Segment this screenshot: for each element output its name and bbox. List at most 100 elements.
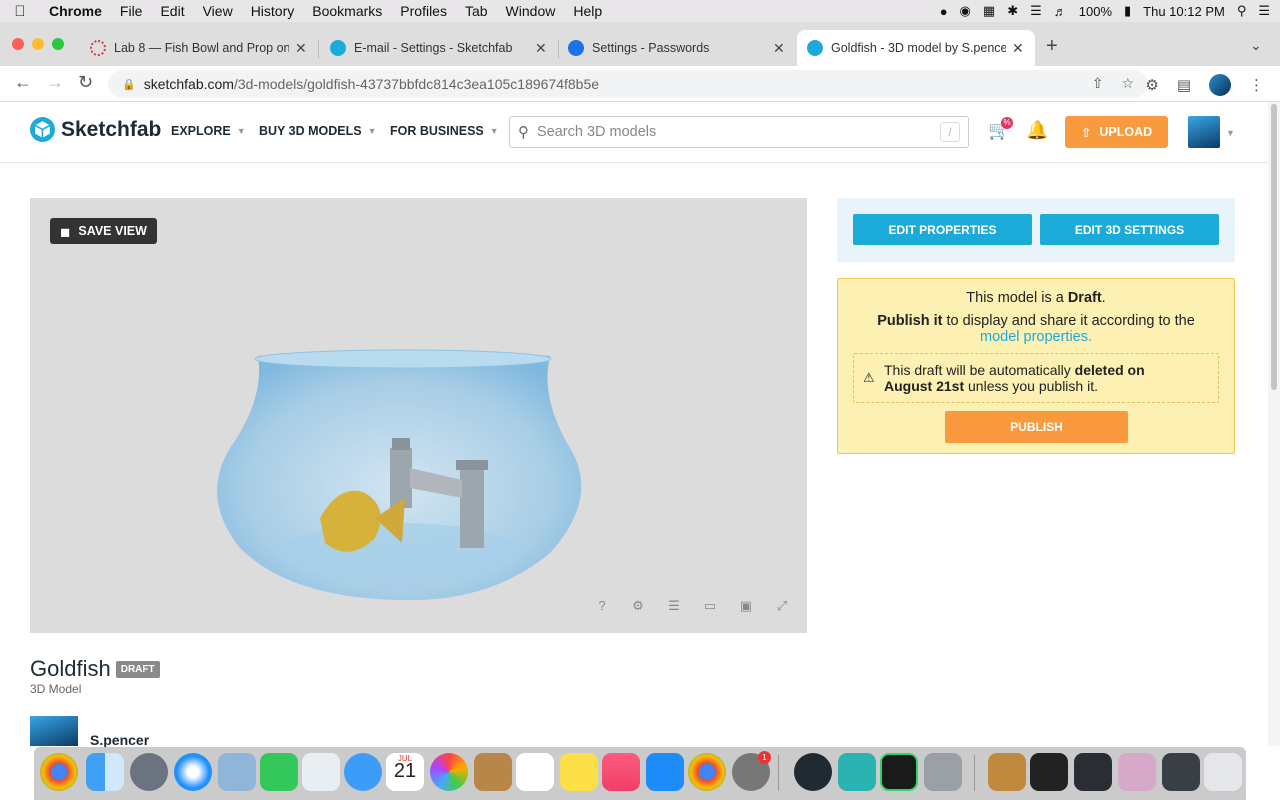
share-icon[interactable]: ⇧ [1092, 75, 1104, 92]
upload-icon: ⇧ [1080, 125, 1092, 140]
contacts-dock-icon[interactable] [474, 753, 512, 791]
bluetooth-icon[interactable]: ✱ [1007, 3, 1018, 19]
menu-app-name[interactable]: Chrome [40, 3, 111, 19]
tab-title: Lab 8 — Fish Bowl and Prop on [114, 41, 289, 55]
edit-properties-button[interactable]: EDIT PROPERTIES [853, 214, 1032, 245]
menu-profiles[interactable]: Profiles [391, 3, 456, 19]
flag-icon[interactable]: ▦ [983, 3, 995, 19]
vr-icon[interactable]: ▭ [701, 598, 719, 614]
edit-3d-settings-button[interactable]: EDIT 3D SETTINGS [1040, 214, 1219, 245]
sketchfab-logo[interactable]: Sketchfab [30, 117, 161, 142]
maps-dock-icon[interactable] [302, 753, 340, 791]
creative-cloud-icon[interactable]: ● [940, 4, 948, 19]
control-center-icon[interactable]: ☰ [1258, 3, 1270, 19]
tab-close-icon[interactable]: ✕ [1012, 40, 1024, 57]
volume-icon[interactable]: ♬ [1054, 4, 1067, 19]
facetime-dock-icon[interactable] [260, 753, 298, 791]
chrome-dock-icon[interactable] [40, 753, 78, 791]
address-bar[interactable]: 🔒 sketchfab.com/3d-models/goldfish-43737… [108, 70, 1148, 98]
model-properties-link[interactable]: model properties. [980, 329, 1092, 345]
save-view-button[interactable]: ◼ SAVE VIEW [50, 218, 157, 244]
tab-close-icon[interactable]: ✕ [773, 40, 785, 57]
reminders-dock-icon[interactable] [516, 753, 554, 791]
reload-icon[interactable]: ↻ [78, 72, 93, 93]
substance-painter-dock-icon[interactable] [880, 753, 918, 791]
gitkraken-dock-icon[interactable] [794, 753, 832, 791]
bookmark-star-icon[interactable]: ☆ [1121, 75, 1134, 92]
sidepanel-icon[interactable]: ▤ [1177, 76, 1191, 94]
menu-file[interactable]: File [111, 3, 152, 19]
disk-utility-dock-icon[interactable] [924, 753, 962, 791]
menu-bookmarks[interactable]: Bookmarks [303, 3, 391, 19]
wifi-icon[interactable]: ☰ [1030, 3, 1042, 19]
menu-edit[interactable]: Edit [151, 3, 193, 19]
upload-button[interactable]: ⇧ UPLOAD [1065, 116, 1168, 148]
settings-gear-icon[interactable]: ⚙ [629, 598, 647, 614]
photos-dock-icon[interactable] [430, 753, 468, 791]
chrome-menu-icon[interactable]: ⋮ [1249, 76, 1264, 94]
menu-tab[interactable]: Tab [456, 3, 497, 19]
menu-history[interactable]: History [242, 3, 304, 19]
back-icon[interactable]: ← [14, 72, 32, 93]
finder-dock-icon[interactable] [86, 753, 124, 791]
messages-dock-icon[interactable] [344, 753, 382, 791]
tab-lab8[interactable]: Lab 8 — Fish Bowl and Prop on ✕ [80, 30, 318, 66]
close-window-icon[interactable] [12, 38, 24, 50]
tab-goldfish-active[interactable]: Goldfish - 3D model by S.pencer ✕ [797, 30, 1035, 66]
user-avatar[interactable] [1188, 116, 1220, 148]
window-thumb-3-icon[interactable] [1118, 753, 1156, 791]
search-input[interactable]: ⚲ Search 3D models / [509, 116, 969, 148]
new-tab-button[interactable]: + [1046, 35, 1058, 58]
calendar-dock-icon[interactable]: JUL 21 [386, 753, 424, 791]
menu-window[interactable]: Window [497, 3, 565, 19]
publish-button[interactable]: PUBLISH [945, 411, 1128, 443]
layers-icon[interactable]: ☰ [665, 598, 683, 614]
music-dock-icon[interactable] [602, 753, 640, 791]
window-thumb-1-icon[interactable] [1030, 753, 1068, 791]
mail-dock-icon[interactable] [218, 753, 256, 791]
author-name[interactable]: S.pencer [90, 732, 149, 748]
tab-email-settings[interactable]: E-mail - Settings - Sketchfab ✕ [320, 30, 558, 66]
battery-icon[interactable]: ▮ [1124, 3, 1131, 19]
safari-dock-icon[interactable] [174, 753, 212, 791]
model-viewer[interactable]: ◼ SAVE VIEW ? ⚙ ☰ ▭ ▣ ⤢ [30, 198, 807, 633]
ar-icon[interactable]: ▣ [737, 598, 755, 614]
author-avatar[interactable] [30, 716, 78, 746]
apple-menu-icon[interactable]:  [0, 3, 40, 20]
help-icon[interactable]: ? [593, 598, 611, 614]
tab-passwords[interactable]: Settings - Passwords ✕ [558, 30, 796, 66]
tab-close-icon[interactable]: ✕ [535, 40, 547, 57]
window-thumb-2-icon[interactable] [1074, 753, 1112, 791]
battery-percent[interactable]: 100% [1079, 4, 1112, 19]
zoom-window-icon[interactable] [52, 38, 64, 50]
menu-view[interactable]: View [194, 3, 242, 19]
notifications-bell-icon[interactable]: 🔔 [1026, 120, 1048, 141]
extensions-icon[interactable]: ⚙ [1145, 76, 1158, 94]
lock-icon[interactable]: 🔒 [122, 78, 136, 91]
app-store-dock-icon[interactable] [646, 753, 684, 791]
maya-dock-icon[interactable] [838, 753, 876, 791]
profile-avatar-icon[interactable] [1209, 74, 1231, 96]
archive-dock-icon[interactable] [988, 753, 1026, 791]
window-thumb-4-icon[interactable] [1162, 753, 1200, 791]
tab-close-icon[interactable]: ✕ [295, 40, 307, 57]
tab-title: E-mail - Settings - Sketchfab [354, 41, 513, 55]
menubar-clock[interactable]: Thu 10:12 PM [1143, 4, 1225, 19]
nav-buy-3d-models[interactable]: BUY 3D MODELS ▼ [259, 124, 377, 138]
nav-for-business[interactable]: FOR BUSINESS ▼ [390, 124, 499, 138]
fullscreen-icon[interactable]: ⤢ [773, 598, 791, 614]
page-scrollbar[interactable] [1268, 102, 1280, 746]
record-icon[interactable]: ◉ [960, 3, 971, 19]
nav-explore[interactable]: EXPLORE ▼ [171, 124, 246, 138]
spotlight-icon[interactable]: ⚲ [1237, 3, 1247, 19]
search-placeholder: Search 3D models [537, 124, 657, 140]
minimize-window-icon[interactable] [32, 38, 44, 50]
chevron-down-icon[interactable]: ▼ [1226, 128, 1235, 138]
forward-icon[interactable]: → [46, 72, 64, 93]
tab-search-icon[interactable]: ⌄ [1250, 37, 1262, 54]
chrome-alt-dock-icon[interactable] [688, 753, 726, 791]
menu-help[interactable]: Help [564, 3, 611, 19]
launchpad-dock-icon[interactable] [130, 753, 168, 791]
notes-dock-icon[interactable] [560, 753, 598, 791]
trash-dock-icon[interactable] [1204, 753, 1242, 791]
